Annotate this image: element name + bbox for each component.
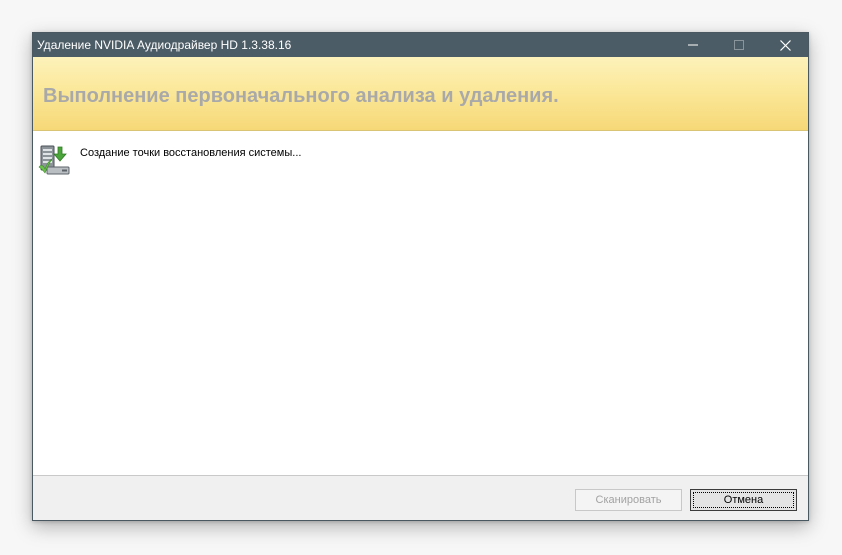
minimize-icon (688, 44, 698, 46)
uninstall-window: Удаление NVIDIA Аудиодрайвер HD 1.3.38.1… (32, 32, 809, 521)
close-icon (779, 39, 791, 51)
banner-title: Выполнение первоначального анализа и уда… (43, 85, 559, 107)
scan-button[interactable]: Сканировать (575, 489, 682, 511)
maximize-button (716, 33, 762, 57)
button-bar: Сканировать Отмена (33, 475, 808, 520)
restore-point-icon (38, 145, 70, 175)
minimize-button[interactable] (670, 33, 716, 57)
status-text: Создание точки восстановления системы... (80, 147, 302, 159)
title-bar[interactable]: Удаление NVIDIA Аудиодрайвер HD 1.3.38.1… (33, 33, 808, 57)
cancel-button-label: Отмена (723, 494, 764, 506)
maximize-icon (734, 40, 744, 50)
header-banner: Выполнение первоначального анализа и уда… (33, 57, 808, 131)
close-button[interactable] (762, 33, 808, 57)
cancel-button[interactable]: Отмена (690, 489, 797, 511)
progress-area: Создание точки восстановления системы... (33, 131, 808, 475)
window-title: Удаление NVIDIA Аудиодрайвер HD 1.3.38.1… (37, 38, 292, 52)
